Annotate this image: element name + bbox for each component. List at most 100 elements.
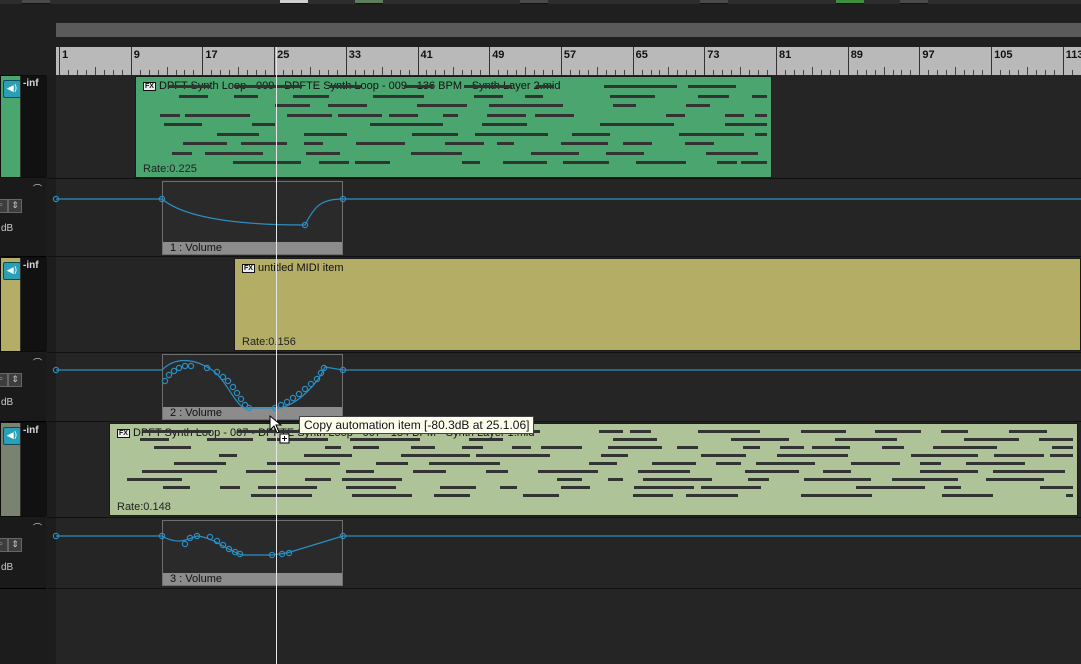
ruler-tick [668,67,670,75]
envelope-line[interactable] [56,198,1081,226]
arm-button[interactable]: ◦ [0,538,8,552]
envelope-curves[interactable] [47,75,1081,664]
toolbar-button[interactable] [280,0,308,4]
db-label: dB [1,223,14,234]
meter-label: -inf [23,78,39,89]
ruler-label: 33 [348,49,362,61]
ruler-tick [166,67,168,75]
envelope-mode-button[interactable]: ⇕ [8,538,22,552]
ruler-label: 113 [1065,49,1081,61]
envelope-point[interactable] [161,377,169,385]
envelope-point[interactable] [237,395,245,403]
ruler-tick [955,67,957,75]
ruler-bar-line [489,47,491,75]
ruler-label: 73 [707,49,720,61]
ruler-label: 1 [62,49,69,61]
ruler-bar-line [202,47,204,75]
envelope-point[interactable] [187,362,195,370]
track-panel-3[interactable]: ◀) -inf [0,422,47,517]
ruler-label: 57 [563,49,577,61]
ruler-bar-line [1062,47,1064,75]
envelope-point[interactable] [229,383,237,391]
tooltip: Copy automation item [-80.3dB at 25.1.06… [299,416,535,434]
envelope-point[interactable] [283,398,291,406]
toolbar-button[interactable] [520,0,548,4]
top-toolbar-strip [0,0,1081,4]
arm-button[interactable]: ◦ [0,373,8,387]
ruler-bar-line [704,47,706,75]
envelope-point[interactable] [295,390,303,398]
horizontal-scrollbar[interactable] [56,23,1081,37]
ruler-tick [525,67,527,75]
envelope-point[interactable] [307,380,315,388]
track-panel-2[interactable]: ◀) -inf [0,257,47,352]
envelope-point[interactable] [170,367,178,375]
envelope-point[interactable] [233,389,241,397]
ruler-bar-line [991,47,993,75]
arm-button[interactable]: ◦ [0,199,8,213]
envelope-mode-button[interactable]: ⇕ [8,373,22,387]
envelope-point[interactable] [206,533,214,541]
envelope-panel-3[interactable]: ⌒ ◦ ⇕ dB [0,518,46,589]
speaker-icon[interactable]: ◀) [3,262,21,280]
envelope-icon: ⌒ [32,524,42,534]
ruler-bar-line [417,47,419,75]
ruler-tick [883,67,885,75]
ruler-bar-line [345,47,347,75]
ruler-tick [811,67,813,75]
envelope-panel-2[interactable]: ⌒ ◦ ⇕ dB [0,353,46,422]
ruler-bar-line [776,47,777,75]
ruler-bar-line [59,47,60,75]
ruler-label: 25 [277,49,290,61]
toolbar-button[interactable] [836,0,864,4]
envelope-point[interactable] [181,362,189,370]
toolbar-button[interactable] [900,0,928,4]
envelope-icon: ⌒ [32,359,42,369]
meter-label: -inf [23,260,39,271]
ruler-label: 81 [779,49,792,61]
toolbar-button[interactable] [700,0,728,4]
ruler-tick [309,67,311,75]
speaker-icon[interactable]: ◀) [3,80,21,98]
ruler-tick [453,67,455,75]
ruler-label: 17 [205,49,218,61]
meter-label: -inf [23,425,39,436]
envelope-point[interactable] [224,377,232,385]
envelope-point[interactable] [175,364,183,372]
envelope-point[interactable] [277,401,285,409]
envelope-point[interactable] [289,394,297,402]
ruler-bar-line [560,47,562,75]
ruler-tick [381,67,383,75]
envelope-panel-1[interactable]: ⌒ ◦ ⇕ dB [0,179,46,257]
ruler-bar-line [130,47,132,75]
track-panel-1[interactable]: ◀) -inf [0,75,47,178]
ruler-label: 97 [922,49,935,61]
envelope-point[interactable] [301,385,309,393]
ruler-tick [238,67,240,75]
envelope-icon: ⌒ [32,185,42,195]
envelope-point[interactable] [219,373,227,381]
db-label: dB [1,397,14,408]
toolbar-button[interactable] [22,0,50,4]
ruler-label: 49 [492,49,505,61]
mouse-cursor-icon [269,414,290,444]
ruler-tick [740,67,742,75]
ruler-label: 41 [420,49,433,61]
timeline-ruler[interactable]: 1 9 17 25 33 41 49 57 65 73 81 89 97 105 113 [56,47,1081,76]
edit-cursor[interactable] [276,47,277,664]
ruler-bar-line [274,47,276,75]
ruler-bar-line [847,47,849,75]
envelope-mode-button[interactable]: ⇕ [8,199,22,213]
db-label: dB [1,562,14,573]
arrange-view[interactable]: FXDPFT Synth Loop - 009 - DPFTE Synth Lo… [47,75,1081,664]
envelope-line[interactable] [56,535,1081,556]
ruler-tick [596,67,598,75]
speaker-icon[interactable]: ◀) [3,427,21,445]
envelope-point[interactable] [165,371,173,379]
ruler-bar-line [632,47,634,75]
ruler-label: 105 [994,49,1013,61]
envelope-point[interactable] [181,540,189,548]
toolbar-button[interactable] [355,0,383,4]
ruler-label: 65 [635,49,648,61]
ruler-label: 89 [850,49,863,61]
